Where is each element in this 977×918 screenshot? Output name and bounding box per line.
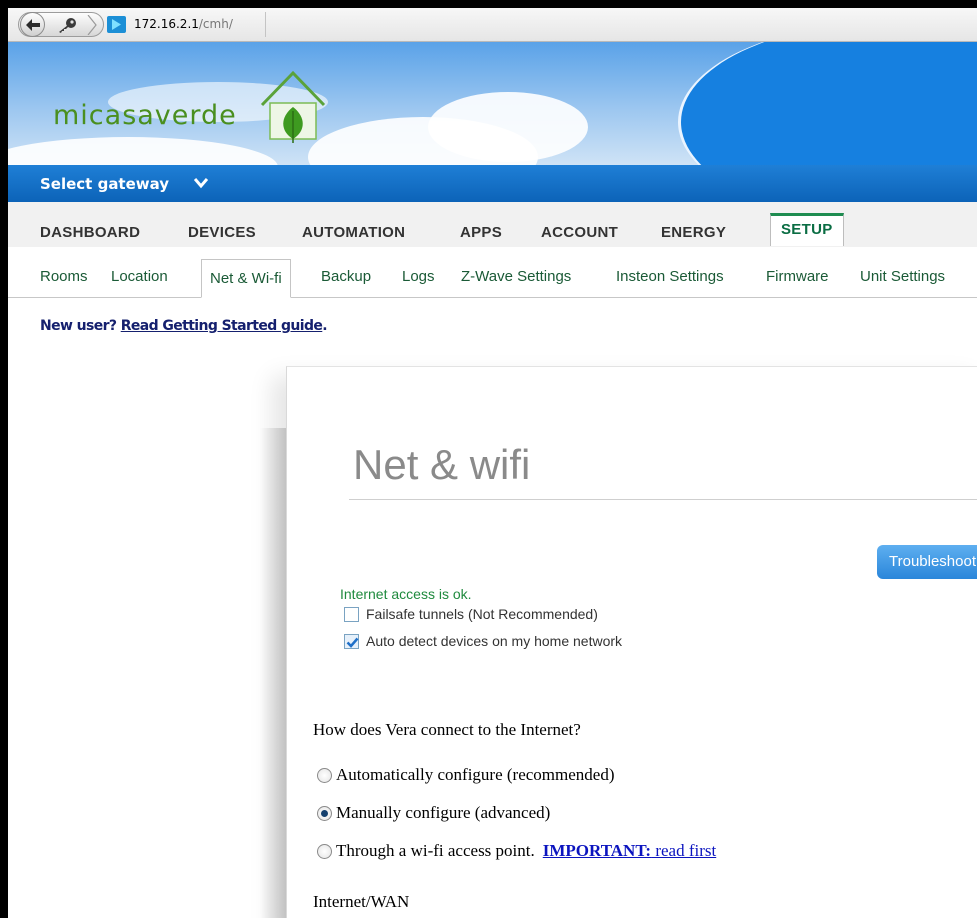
wifi-access-point-radio[interactable] [317,843,332,859]
tab-dashboard[interactable]: DASHBOARD [40,224,140,241]
tab-energy[interactable]: ENERGY [661,224,726,241]
logo-text: micasaverde [53,100,237,131]
cloud-decoration [428,92,588,162]
subtab-logs[interactable]: Logs [402,268,435,285]
cloud-decoration [8,137,278,165]
back-arrow-icon [25,18,40,31]
troubleshoot-button[interactable]: Troubleshoot [877,545,977,579]
important-label: IMPORTANT: [542,841,652,860]
setup-sub-tabs: Rooms Location Net & Wi-fi Backup Logs Z… [8,247,977,298]
failsafe-tunnels-option[interactable]: Failsafe tunnels (Not Recommended) [344,606,598,622]
select-gateway-dropdown[interactable]: Select gateway [40,175,169,193]
subtab-insteon-settings[interactable]: Insteon Settings [616,268,724,285]
tab-apps[interactable]: APPS [460,224,502,241]
tab-account[interactable]: ACCOUNT [541,224,618,241]
chevron-down-icon[interactable] [194,177,208,189]
subtab-backup[interactable]: Backup [321,268,371,285]
failsafe-tunnels-checkbox[interactable] [344,606,359,622]
back-button[interactable] [20,12,45,37]
tab-devices[interactable]: DEVICES [188,224,256,241]
auto-configure-radio[interactable] [317,767,332,783]
manual-configure-option[interactable]: Manually configure (advanced) [317,803,550,823]
wifi-access-point-label: Through a wi-fi access point. [336,841,535,860]
site-header: micasaverde [8,42,977,165]
address-divider [265,12,266,37]
page-title: Net & wifi [353,441,531,488]
browser-toolbar: 172.16.2.1/cmh/ [8,8,977,42]
gateway-bar: Select gateway [8,165,977,203]
wifi-access-point-option[interactable]: Through a wi-fi access point. IMPORTANT:… [317,841,716,861]
new-user-text: New user? [40,318,121,334]
url-host: 172.16.2.1 [134,17,199,31]
auto-detect-label: Auto detect devices on my home network [366,633,623,649]
connection-question: How does Vera connect to the Internet? [313,720,581,739]
getting-started-link[interactable]: Read Getting Started guide [121,318,323,334]
auto-detect-checkbox[interactable] [344,633,359,649]
main-nav-tabs: DASHBOARD DEVICES AUTOMATION APPS ACCOUN… [8,202,977,248]
subtab-unit-settings[interactable]: Unit Settings [860,268,945,285]
checkmark-icon [346,637,359,648]
tab-automation[interactable]: AUTOMATION [302,224,405,241]
subtab-zwave-settings[interactable]: Z-Wave Settings [461,268,571,285]
header-swoosh [678,42,977,165]
net-wifi-panel: Net & wifi Troubleshoot Internet access … [286,366,977,918]
address-bar[interactable]: 172.16.2.1/cmh/ [134,17,233,31]
important-read-first-link[interactable]: IMPORTANT: read first [543,841,716,861]
tab-setup[interactable]: SETUP [770,213,844,246]
auto-detect-option[interactable]: Auto detect devices on my home network [344,633,622,649]
key-icon[interactable] [56,17,78,33]
failsafe-tunnels-label: Failsafe tunnels (Not Recommended) [366,606,598,622]
subtab-location[interactable]: Location [111,268,168,285]
url-path: /cmh/ [198,17,233,31]
manual-configure-label: Manually configure (advanced) [336,803,551,822]
site-favicon-icon [107,16,126,33]
subtab-firmware[interactable]: Firmware [766,268,829,285]
getting-started-notice: New user? Read Getting Started guide. [40,318,328,334]
browser-window: 172.16.2.1/cmh/ micasaverde Select gatew… [8,8,977,918]
auto-configure-option[interactable]: Automatically configure (recommended) [317,765,615,785]
read-first-text: read first [651,841,717,860]
title-divider [349,499,977,500]
notice-period: . [322,318,328,334]
subtab-rooms[interactable]: Rooms [40,268,88,285]
internet-wan-heading: Internet/WAN [313,892,410,911]
subtab-net-wifi[interactable]: Net & Wi-fi [201,259,291,298]
internet-status: Internet access is ok. [340,586,472,602]
nav-separator-icon [87,15,97,35]
auto-configure-label: Automatically configure (recommended) [336,765,615,784]
logo-leaf-icon[interactable] [258,67,328,147]
manual-configure-radio[interactable] [317,805,332,821]
